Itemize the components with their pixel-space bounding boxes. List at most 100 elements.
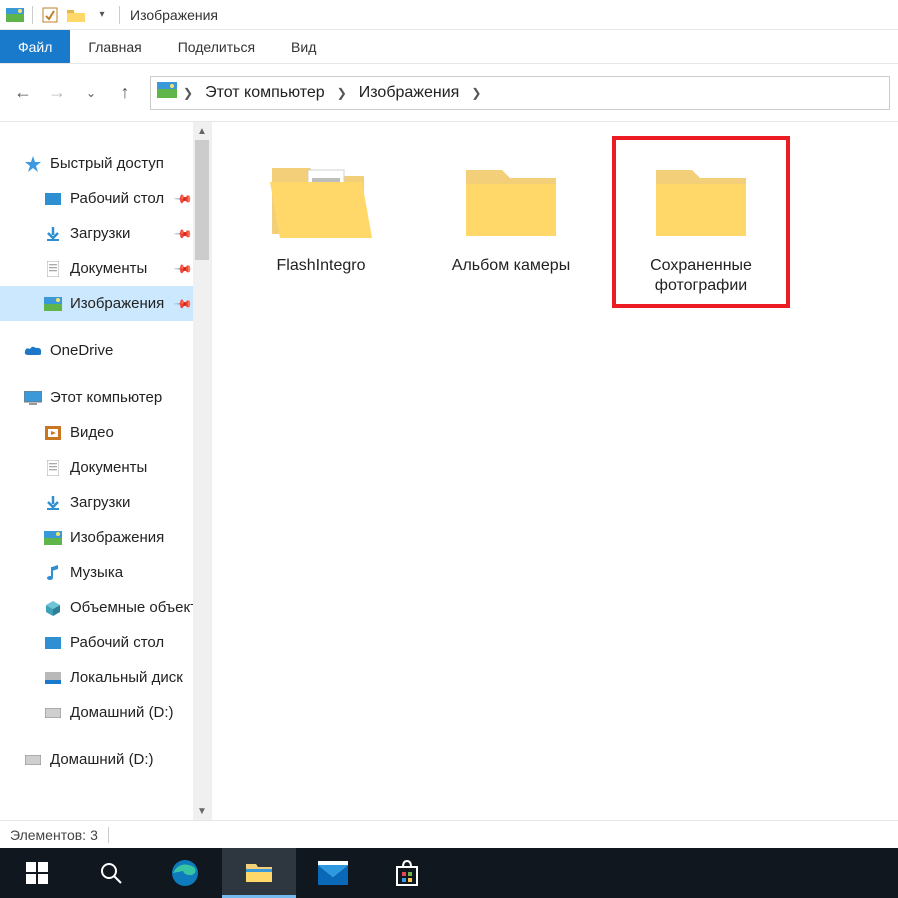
tab-home[interactable]: Главная [70,30,159,63]
documents-icon [44,260,62,278]
taskbar-mail[interactable] [296,848,370,898]
folder-open-icon [261,148,381,248]
sidebar-local-disk[interactable]: Локальный диск [0,660,211,695]
tab-share[interactable]: Поделиться [160,30,273,63]
taskbar-search-button[interactable] [74,848,148,898]
main-area: Быстрый доступ Рабочий стол 📌 Загрузки 📌 [0,122,898,820]
sidebar-this-pc[interactable]: Этот компьютер [0,380,211,415]
documents-icon [44,459,62,477]
cube-icon [44,599,62,617]
sidebar-item-label: Изображения [70,529,164,546]
sidebar-item-label: Документы [70,260,147,277]
nav-up-button[interactable]: ↑ [110,78,140,108]
sidebar-item-label: Загрузки [70,225,130,242]
start-button[interactable] [0,848,74,898]
sidebar-documents[interactable]: Документы 📌 [0,251,211,286]
scroll-up-arrow-icon[interactable]: ▲ [193,122,211,140]
pictures-icon [44,529,62,547]
nav-recent-chevron-icon[interactable]: ⌄ [76,78,106,108]
pin-icon: 📌 [173,258,193,278]
breadcrumb-chevron-icon[interactable]: ❯ [469,86,483,100]
address-bar[interactable]: ❯ Этот компьютер ❯ Изображения ❯ [150,76,890,110]
sidebar-item-label: Рабочий стол [70,634,164,651]
properties-qat-icon[interactable] [39,4,61,26]
sidebar-scrollbar[interactable]: ▲ ▼ [193,122,211,820]
sidebar-downloads[interactable]: Загрузки 📌 [0,216,211,251]
sidebar-item-label: OneDrive [50,342,113,359]
store-icon [393,859,421,887]
mail-icon [318,861,348,885]
sidebar-item-label: Домашний (D:) [50,751,154,768]
qat-customize-chevron-icon[interactable]: ▾ [91,4,113,26]
folder-grid: FlashIntegro Альбом камеры [236,140,898,304]
status-elements-label: Элементов: [10,827,86,843]
tab-view[interactable]: Вид [273,30,334,63]
sidebar-desktop[interactable]: Рабочий стол 📌 [0,181,211,216]
sidebar-music[interactable]: Музыка [0,555,211,590]
sidebar-item-label: Документы [70,459,147,476]
breadcrumb-chevron-icon[interactable]: ❯ [181,86,195,100]
separator [108,827,109,843]
sidebar-videos[interactable]: Видео [0,415,211,450]
separator [32,6,33,24]
videos-icon [44,424,62,442]
desktop-icon [44,190,62,208]
scroll-thumb[interactable] [195,140,209,260]
folder-label: FlashIntegro [277,256,366,276]
breadcrumb-pictures[interactable]: Изображения [353,84,466,102]
window-title: Изображения [130,7,218,23]
folder-label: Альбом камеры [452,256,570,276]
breadcrumb-chevron-icon[interactable]: ❯ [335,86,349,100]
sidebar-home-d-2[interactable]: Домашний (D:) [0,742,211,777]
nav-back-button[interactable]: ← [8,78,38,108]
status-bar: Элементов: 3 [0,820,898,848]
sidebar-item-label: Загрузки [70,494,130,511]
sidebar-3d-objects[interactable]: Объемные объекты [0,590,211,625]
sidebar-item-label: Музыка [70,564,123,581]
sidebar-item-label: Объемные объекты [70,599,208,616]
sidebar-pictures[interactable]: Изображения 📌 [0,286,211,321]
sidebar-downloads-2[interactable]: Загрузки [0,485,211,520]
windows-logo-icon [26,862,48,884]
pictures-app-icon [4,4,26,26]
sidebar-item-label: Изображения [70,295,164,312]
sidebar-onedrive[interactable]: OneDrive [0,333,211,368]
folder-icon [451,148,571,248]
tab-file[interactable]: Файл [0,30,70,63]
sidebar-item-label: Быстрый доступ [50,155,164,172]
desktop-icon [44,634,62,652]
sidebar-item-label: Домашний (D:) [70,704,174,721]
sidebar-home-d[interactable]: Домашний (D:) [0,695,211,730]
sidebar-item-label: Рабочий стол [70,190,164,207]
scroll-down-arrow-icon[interactable]: ▼ [193,802,211,820]
folder-item[interactable]: Альбом камеры [426,140,596,284]
nav-forward-button[interactable]: → [42,78,72,108]
folder-label: Сохраненные фотографии [620,256,782,296]
sidebar-item-label: Этот компьютер [50,389,162,406]
pin-icon: 📌 [173,223,193,243]
sidebar-documents-2[interactable]: Документы [0,450,211,485]
folder-item-highlighted[interactable]: Сохраненные фотографии [616,140,786,304]
pin-icon: 📌 [173,293,193,313]
content-pane[interactable]: FlashIntegro Альбом камеры [212,122,898,820]
taskbar-store[interactable] [370,848,444,898]
sidebar-quick-access[interactable]: Быстрый доступ [0,146,211,181]
nav-row: ← → ⌄ ↑ ❯ Этот компьютер ❯ Изображения ❯ [0,64,898,122]
taskbar-edge[interactable] [148,848,222,898]
taskbar-file-explorer[interactable] [222,848,296,898]
local-disk-icon [44,669,62,687]
sidebar-pictures-2[interactable]: Изображения [0,520,211,555]
search-icon [99,861,123,885]
sidebar-desktop-2[interactable]: Рабочий стол [0,625,211,660]
pictures-icon [44,295,62,313]
pin-icon: 📌 [173,188,193,208]
edge-icon [170,858,200,888]
folder-icon [641,148,761,248]
navigation-pane: Быстрый доступ Рабочий стол 📌 Загрузки 📌 [0,122,212,820]
new-folder-qat-icon[interactable] [65,4,87,26]
sidebar-item-label: Локальный диск [70,669,183,686]
downloads-arrow-icon [44,225,62,243]
onedrive-cloud-icon [24,342,42,360]
breadcrumb-this-pc[interactable]: Этот компьютер [199,84,331,102]
folder-item[interactable]: FlashIntegro [236,140,406,284]
